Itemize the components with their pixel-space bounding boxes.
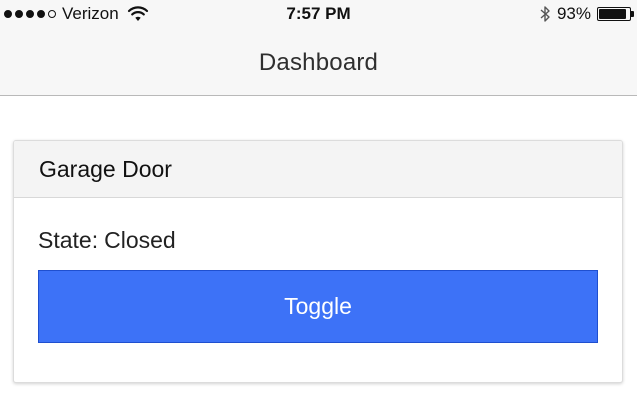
garage-door-card: Garage Door State: Closed Toggle (13, 140, 623, 383)
state-label: State: (38, 226, 99, 253)
battery-fill (599, 9, 626, 19)
toggle-button[interactable]: Toggle (38, 270, 598, 343)
status-bar: Verizon 7:57 PM 93% (0, 0, 637, 30)
state-value: Closed (104, 226, 176, 253)
battery-percent: 93% (556, 4, 591, 23)
state-line: State: Closed (38, 226, 598, 254)
card-header: Garage Door (14, 141, 622, 198)
card-title: Garage Door (39, 155, 172, 182)
battery-icon (597, 7, 634, 21)
page-title: Dashboard (258, 48, 379, 76)
battery-cap (631, 11, 634, 17)
card-body: State: Closed Toggle (14, 198, 622, 343)
status-right: 93% (539, 0, 634, 28)
navigation-bar: Dashboard (0, 30, 637, 96)
bluetooth-icon (540, 6, 550, 22)
